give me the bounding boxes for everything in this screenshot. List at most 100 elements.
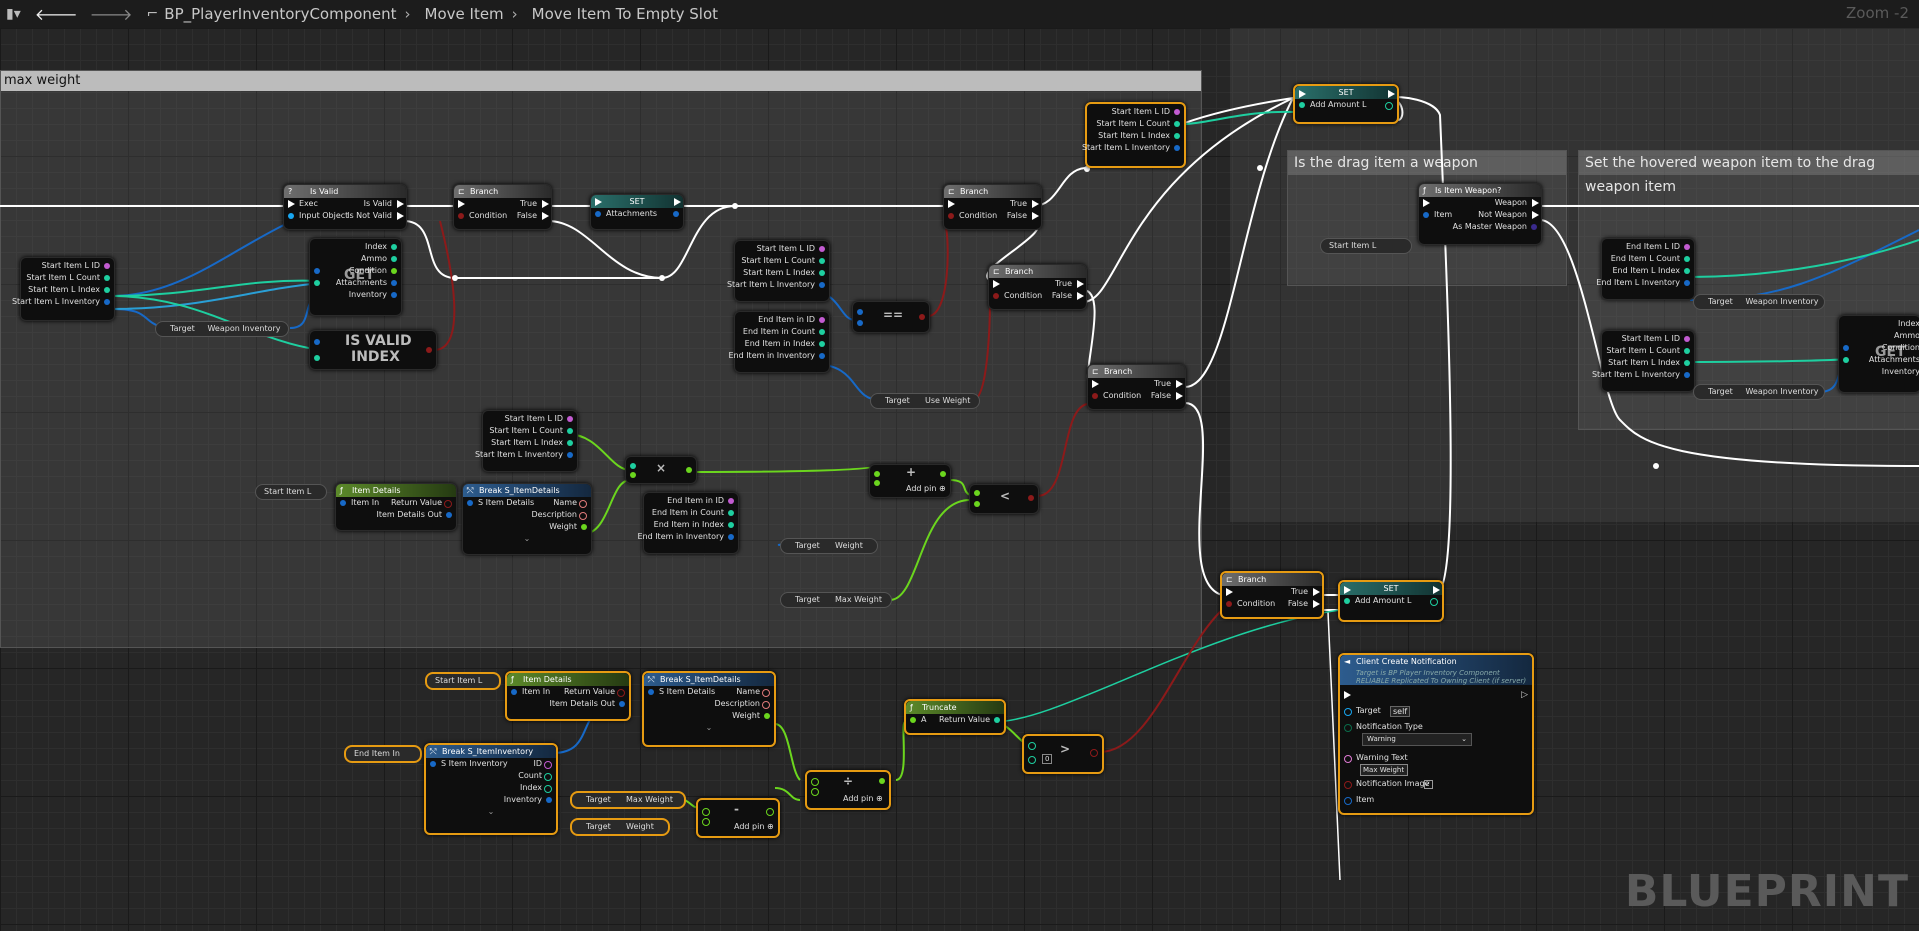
struct-pin[interactable] bbox=[1684, 280, 1690, 286]
name-pin[interactable] bbox=[1684, 244, 1690, 250]
int-pin[interactable] bbox=[1174, 121, 1180, 127]
exec-in-pin[interactable] bbox=[288, 200, 295, 208]
exec-in-pin[interactable] bbox=[993, 280, 1000, 288]
int-pin[interactable] bbox=[819, 329, 825, 335]
struct-pin[interactable] bbox=[567, 452, 573, 458]
divide-node[interactable]: ÷ Add pin ⊕ bbox=[805, 770, 891, 810]
int-pin[interactable] bbox=[314, 280, 320, 286]
exec-out-pin[interactable] bbox=[1388, 90, 1395, 98]
expand-arrow-icon[interactable]: ⌄ bbox=[463, 533, 591, 545]
struct-pin[interactable] bbox=[446, 512, 452, 518]
exec-in-pin[interactable] bbox=[1092, 380, 1099, 388]
exec-out-pin[interactable] bbox=[1176, 392, 1183, 400]
max-weight-getter-selected[interactable]: Target Max Weight bbox=[570, 791, 686, 809]
bool-pin[interactable] bbox=[1344, 781, 1352, 789]
branch-node[interactable]: ⊏ Branch True Condition False bbox=[943, 184, 1042, 230]
float-pin[interactable] bbox=[940, 471, 946, 477]
checkbox[interactable]: ✓ bbox=[1424, 780, 1433, 789]
weight-getter-selected[interactable]: Target Weight bbox=[570, 818, 670, 836]
break-item-details-node-2[interactable]: ⤲ Break S_ItemDetails S Item Details Name … bbox=[642, 671, 776, 747]
float-pin[interactable] bbox=[764, 713, 770, 719]
comment-title[interactable]: max weight bbox=[1, 71, 1201, 91]
int-pin[interactable] bbox=[391, 268, 397, 274]
struct-pin[interactable] bbox=[648, 689, 654, 695]
multiply-node[interactable]: × bbox=[625, 456, 697, 484]
client-create-notification-node[interactable]: ◄ Client Create Notification Target is BP… bbox=[1338, 653, 1534, 815]
exec-in-pin[interactable] bbox=[948, 200, 955, 208]
truncate-node[interactable]: ƒ Truncate A Return Value bbox=[904, 699, 1006, 735]
struct-pin[interactable] bbox=[619, 701, 625, 707]
text-pin[interactable] bbox=[762, 701, 770, 709]
exec-out-pin[interactable] bbox=[1313, 588, 1320, 596]
int-pin[interactable] bbox=[1430, 598, 1438, 606]
exec-out-pin[interactable] bbox=[397, 212, 404, 220]
expand-arrow-icon[interactable]: ⌄ bbox=[644, 722, 774, 734]
float-pin[interactable] bbox=[766, 808, 774, 816]
float-pin[interactable] bbox=[702, 818, 710, 826]
struct-pin[interactable] bbox=[673, 211, 679, 217]
item-details-node-2[interactable]: ƒ Item Details Item In Return Value Item D… bbox=[505, 671, 631, 721]
struct-pin[interactable] bbox=[391, 292, 397, 298]
exec-out-pin[interactable] bbox=[674, 198, 681, 206]
struct-pin[interactable] bbox=[546, 797, 552, 803]
exec-in-pin[interactable] bbox=[1423, 199, 1430, 207]
comment-title[interactable]: Is the drag item a weapon bbox=[1288, 151, 1566, 175]
int-pin[interactable] bbox=[819, 341, 825, 347]
name-pin[interactable] bbox=[1684, 336, 1690, 342]
use-weight-getter[interactable]: Target Use Weight bbox=[870, 393, 980, 409]
back-arrow-icon[interactable]: 🡐 bbox=[35, 4, 78, 24]
struct-pin[interactable] bbox=[1174, 145, 1180, 151]
exec-in-pin[interactable] bbox=[1344, 586, 1351, 594]
comment-max-weight[interactable]: max weight bbox=[0, 70, 1202, 648]
int-pin[interactable] bbox=[1843, 357, 1849, 363]
float-pin[interactable] bbox=[874, 480, 880, 486]
enum-pin[interactable] bbox=[1344, 724, 1352, 732]
float-pin[interactable] bbox=[874, 471, 880, 477]
is-valid-node[interactable]: ? Is Valid Exec Is Valid Input Object Is No… bbox=[283, 184, 407, 230]
start-item-l-getter-selected[interactable]: Start Item L bbox=[425, 672, 501, 690]
equals-node[interactable]: == bbox=[852, 301, 930, 333]
weight-getter[interactable]: Target Weight bbox=[780, 538, 878, 554]
int-pin[interactable] bbox=[630, 463, 636, 469]
float-pin[interactable] bbox=[879, 778, 885, 784]
end-item-in-break-node-2[interactable]: End Item in ID End Item in Count End Ite… bbox=[637, 492, 739, 554]
subtract-node[interactable]: - Add pin ⊕ bbox=[696, 798, 780, 838]
int-pin[interactable] bbox=[1344, 598, 1350, 604]
name-pin[interactable] bbox=[544, 761, 552, 769]
max-weight-getter[interactable]: Target Max Weight bbox=[780, 592, 892, 608]
breadcrumb-function[interactable]: Move Item bbox=[425, 5, 504, 23]
notification-type-dropdown[interactable]: Warning ⌄ bbox=[1362, 733, 1472, 746]
exec-out-pin[interactable] bbox=[542, 200, 549, 208]
start-item-l-getter[interactable]: Start Item L bbox=[255, 484, 327, 500]
branch-node[interactable]: ⊏ Branch True Condition False bbox=[453, 184, 552, 230]
struct-pin[interactable] bbox=[1344, 797, 1352, 805]
start-item-l-break-node-3[interactable]: Start Item L ID Start Item L Count Start… bbox=[1592, 330, 1695, 392]
int-pin[interactable] bbox=[994, 717, 1000, 723]
int-pin[interactable] bbox=[1028, 756, 1036, 764]
exec-out-pin[interactable] bbox=[542, 212, 549, 220]
text-pin[interactable] bbox=[579, 512, 587, 520]
bool-pin[interactable] bbox=[426, 347, 432, 353]
name-pin[interactable] bbox=[819, 246, 825, 252]
exec-out-pin[interactable] bbox=[1032, 200, 1039, 208]
struct-pin[interactable] bbox=[430, 761, 436, 767]
exec-in-pin[interactable] bbox=[595, 198, 602, 206]
start-item-l-break-node-4[interactable]: Start Item L ID Start Item L Count Start… bbox=[475, 410, 578, 472]
float-pin[interactable] bbox=[630, 472, 636, 478]
int-pin[interactable] bbox=[104, 275, 110, 281]
name-pin[interactable] bbox=[1174, 109, 1180, 115]
is-item-weapon-node[interactable]: ƒ Is Item Weapon? Weapon Item Not Weapon A… bbox=[1418, 183, 1542, 245]
int-pin[interactable] bbox=[819, 270, 825, 276]
break-item-inventory-node[interactable]: ⤲ Break S_ItemInventory S Item Inventory I… bbox=[424, 743, 558, 835]
add-pin-button[interactable]: Add pin ⊕ bbox=[906, 484, 946, 493]
exec-out-pin[interactable] bbox=[1176, 380, 1183, 388]
struct-array-pin[interactable] bbox=[314, 268, 320, 274]
bool-pin[interactable] bbox=[919, 314, 925, 320]
exec-out-pin[interactable] bbox=[1433, 586, 1440, 594]
int-pin[interactable] bbox=[314, 355, 320, 361]
int-pin[interactable] bbox=[1028, 742, 1036, 750]
weapon-inventory-getter[interactable]: Target Weapon Inventory bbox=[155, 321, 289, 337]
branch-node-selected[interactable]: ⊏ Branch True Condition False bbox=[1220, 571, 1324, 619]
end-item-l-break-node[interactable]: End Item L ID End Item L Count End Item … bbox=[1596, 238, 1695, 300]
object-pin[interactable] bbox=[1344, 708, 1352, 716]
